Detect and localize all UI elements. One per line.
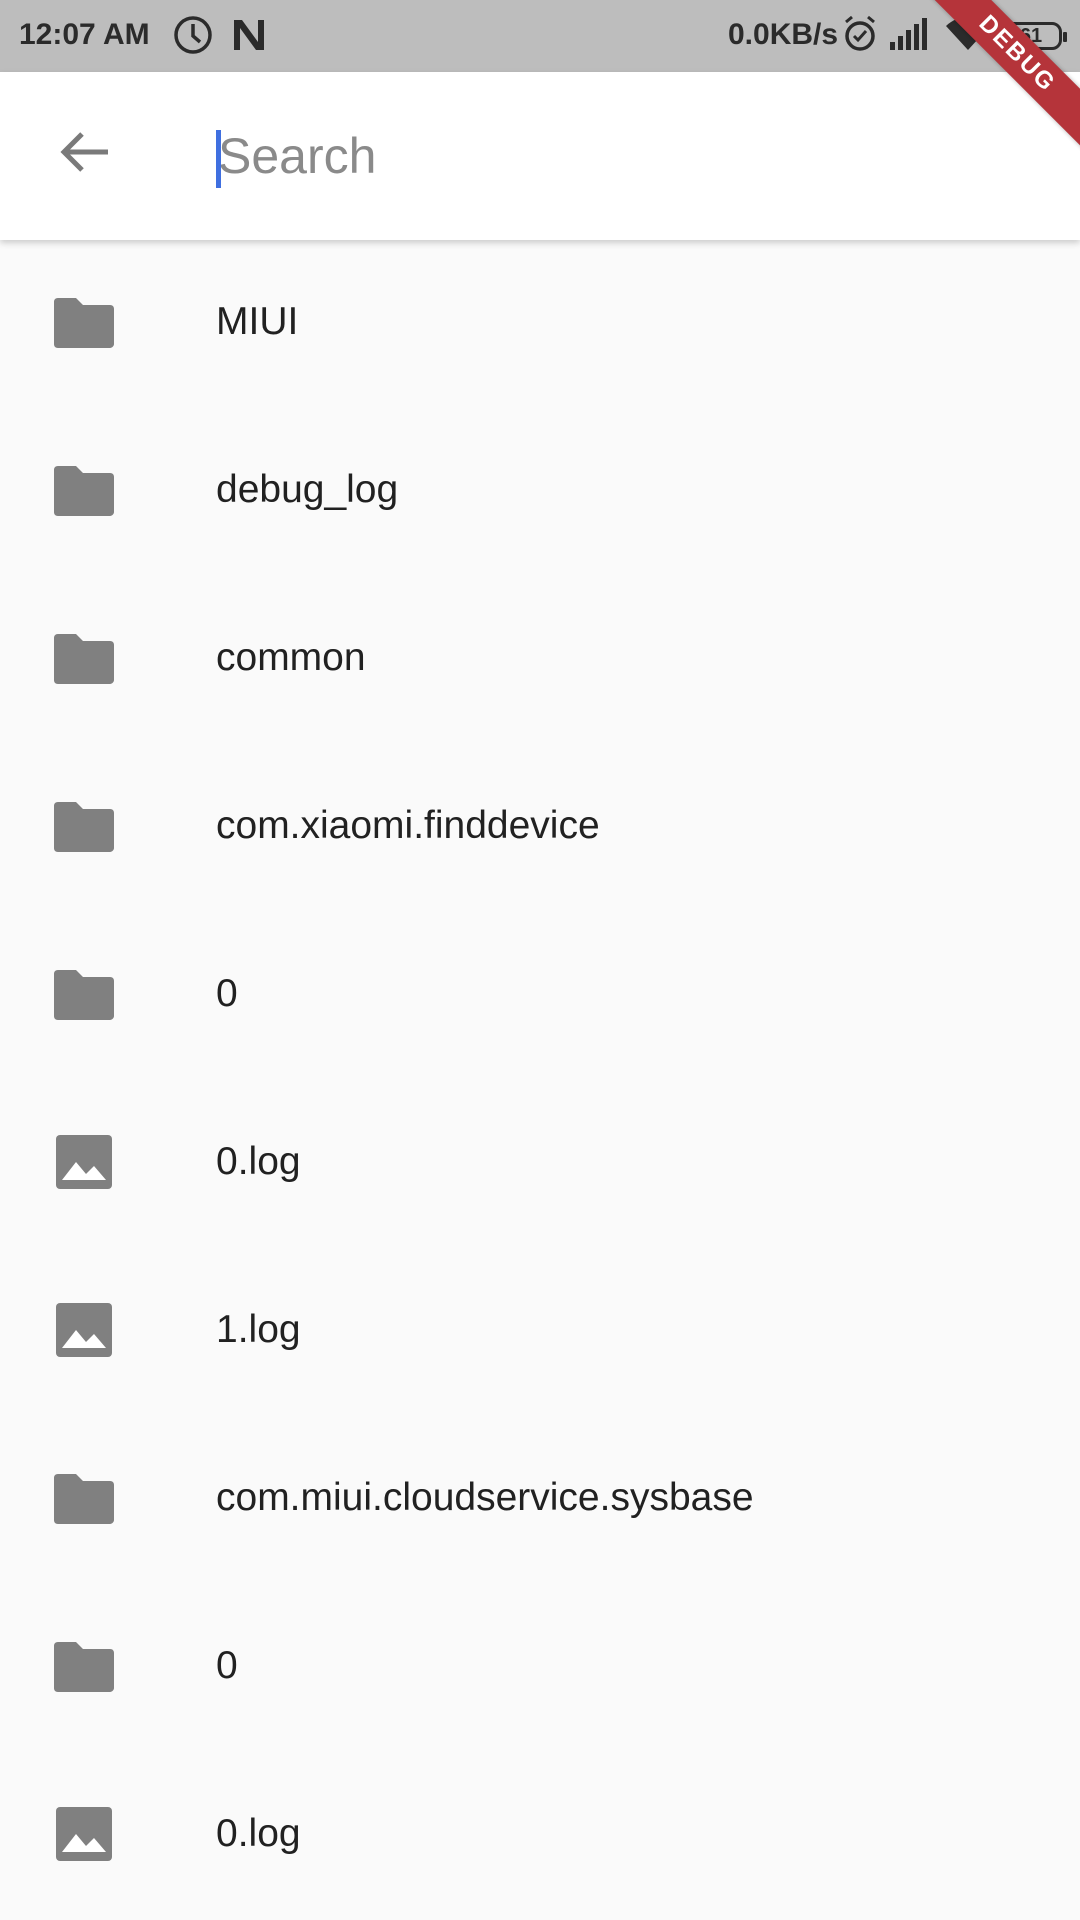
n-icon <box>230 14 268 64</box>
alarm-icon <box>842 14 878 62</box>
folder-icon <box>52 294 116 350</box>
file-name: MIUI <box>216 300 299 343</box>
file-name: debug_log <box>216 468 399 511</box>
network-speed: 0.0KB/s <box>728 18 839 51</box>
file-list: MIUI debug_logcommon com.xiaomi.finddevice… <box>0 240 1080 1920</box>
file-row[interactable]: 0.log <box>0 1080 1080 1248</box>
search-input[interactable] <box>216 116 1036 196</box>
search-app-bar <box>0 72 1080 240</box>
file-name: 0 <box>216 1644 238 1687</box>
status-bar: 12:07 AM 0.0KB/s 61 <box>0 0 1080 72</box>
file-row[interactable]: 1.log <box>0 1248 1080 1416</box>
back-button[interactable] <box>44 114 124 194</box>
status-time: 12:07 AM <box>19 18 150 51</box>
folder-icon <box>52 966 116 1022</box>
file-name: com.miui.cloudservice.sysbase <box>216 1476 754 1519</box>
file-row[interactable]: common <box>0 576 1080 744</box>
image-icon <box>52 1806 116 1862</box>
file-name: 1.log <box>216 1308 301 1351</box>
signal-icon <box>888 14 930 62</box>
image-icon <box>52 1134 116 1190</box>
file-name: com.xiaomi.finddevice <box>216 804 600 847</box>
file-row[interactable]: MIUI <box>0 240 1080 408</box>
file-name: 0.log <box>216 1140 301 1183</box>
file-row[interactable]: 0 <box>0 1584 1080 1752</box>
folder-icon <box>52 1470 116 1526</box>
folder-icon <box>52 798 116 854</box>
file-name: 0.log <box>216 1812 301 1855</box>
clock-icon <box>172 14 214 64</box>
file-name: common <box>216 636 366 679</box>
file-row[interactable]: com.xiaomi.finddevice <box>0 744 1080 912</box>
image-icon <box>52 1302 116 1358</box>
text-cursor <box>216 130 221 188</box>
folder-icon <box>52 630 116 686</box>
file-row[interactable]: com.miui.cloudservice.sysbase <box>0 1416 1080 1584</box>
folder-icon <box>52 1638 116 1694</box>
file-row[interactable]: debug_log <box>0 408 1080 576</box>
file-row[interactable]: 0.log <box>0 1752 1080 1920</box>
folder-icon <box>52 462 116 518</box>
arrow-back-icon <box>58 128 110 181</box>
file-row[interactable]: 0 <box>0 912 1080 1080</box>
file-name: 0 <box>216 972 238 1015</box>
